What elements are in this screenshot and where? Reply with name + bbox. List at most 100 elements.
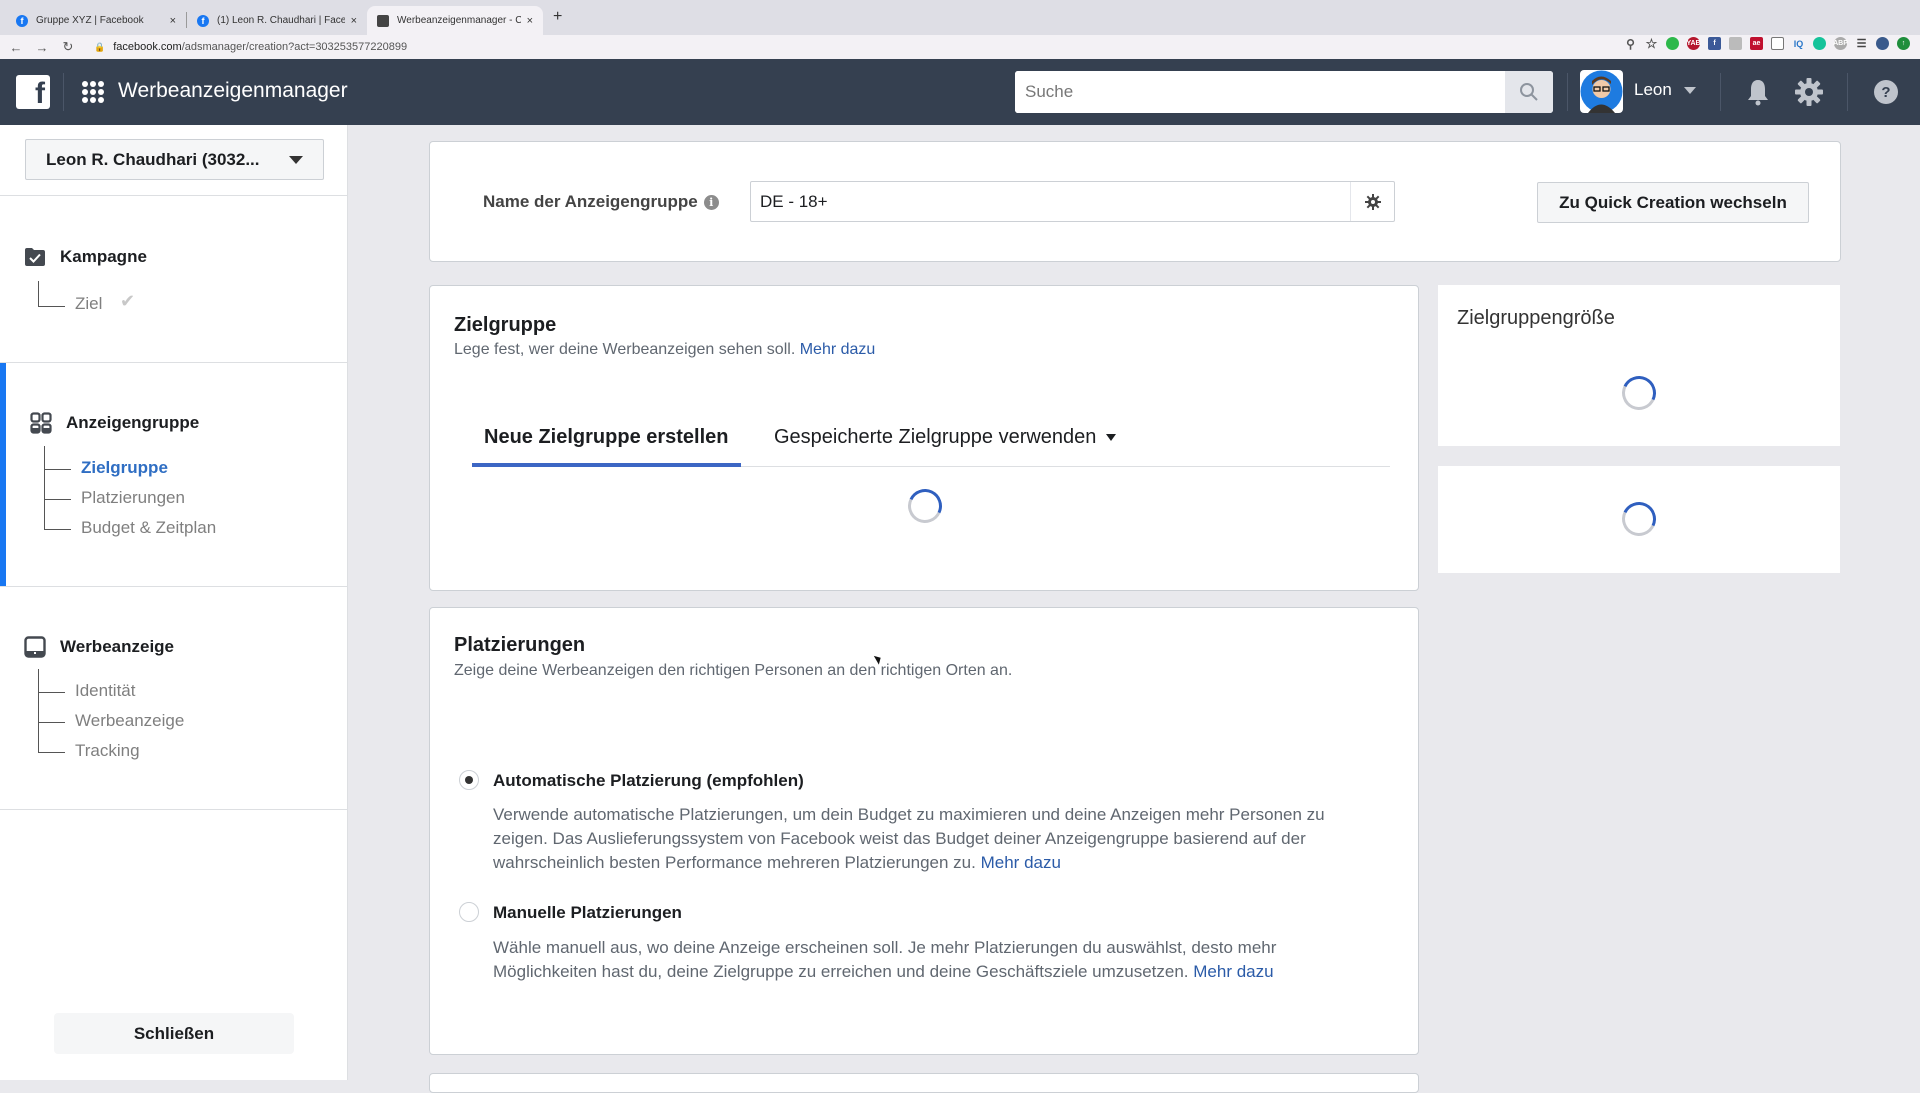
sidebar-item-platzierungen[interactable]: Platzierungen (81, 488, 185, 508)
avatar-image-icon (1580, 70, 1623, 113)
yab-ext-icon[interactable]: YAB (1686, 37, 1701, 50)
account-selector[interactable]: Leon R. Chaudhari (3032... (25, 139, 324, 180)
placements-subtitle: Zeige deine Werbeanzeigen den richtigen … (454, 662, 1013, 679)
audience-tabs: Neue Zielgruppe erstellen Gespeicherte Z… (472, 406, 1390, 467)
sidebar-section-label: Werbeanzeige (60, 637, 175, 656)
tree-line (44, 446, 45, 529)
app-title: Werbeanzeigenmanager (118, 79, 348, 102)
search-input[interactable] (1015, 71, 1505, 113)
update-icon[interactable]: ↑ (1897, 37, 1910, 50)
sidebar-item-identitaet[interactable]: Identität (75, 681, 136, 701)
active-section-indicator (0, 363, 6, 586)
audience-subtitle: Lege fest, wer deine Werbeanzeigen sehen… (454, 341, 875, 359)
divider (0, 809, 348, 810)
new-tab-button[interactable]: + (553, 8, 562, 26)
back-icon[interactable]: ← (6, 40, 26, 55)
tab-title: Werbeanzeigenmanager - Crea (397, 15, 521, 26)
header-divider (1567, 73, 1568, 111)
adset-name-label-text: Name der Anzeigengruppe (483, 192, 698, 211)
help-button[interactable]: ? (1870, 76, 1902, 108)
audience-size-title: Zielgruppengröße (1457, 307, 1615, 329)
avatar[interactable] (1580, 70, 1623, 113)
placements-card: Platzierungen Zeige deine Werbeanzeigen … (429, 607, 1419, 1055)
chevron-down-icon (1106, 434, 1117, 441)
star-icon[interactable]: ☆ (1645, 36, 1658, 51)
header-divider (63, 73, 64, 111)
name-settings-button[interactable] (1350, 182, 1394, 221)
next-section-card (429, 1073, 1419, 1093)
loading-spinner (1617, 371, 1661, 415)
browser-tab[interactable]: f Gruppe XYZ | Facebook × (6, 6, 186, 35)
learn-more-link[interactable]: Mehr dazu (800, 341, 876, 358)
radio-manual-placement[interactable] (459, 902, 479, 922)
green-ext-icon[interactable] (1666, 37, 1679, 50)
sidebar-item-budget-zeitplan[interactable]: Budget & Zeitplan (81, 518, 216, 538)
document-icon (377, 14, 389, 27)
tree-line (38, 306, 65, 307)
adset-name-input[interactable] (751, 191, 1350, 212)
bell-icon (1748, 80, 1768, 106)
iq-ext-icon[interactable]: IQ (1792, 37, 1805, 50)
description-text: Wähle manuell aus, wo deine Anzeige ersc… (493, 938, 1277, 981)
divider (0, 195, 348, 196)
tree-line (44, 529, 71, 530)
browser-tab[interactable]: f (1) Leon R. Chaudhari | Facebo × (187, 6, 367, 35)
sidebar-section-anzeigengruppe[interactable]: Anzeigengruppe (30, 412, 199, 434)
forward-icon[interactable]: → (32, 40, 52, 55)
grammarly-off-icon[interactable] (1813, 37, 1826, 50)
url-field[interactable]: 🔒 facebook.com/adsmanager/creation?act=3… (94, 41, 407, 53)
quick-creation-button[interactable]: Zu Quick Creation wechseln (1537, 182, 1809, 223)
manual-placement-label[interactable]: Manuelle Platzierungen (493, 903, 682, 923)
automatic-placement-description: Verwende automatische Platzierungen, um … (493, 803, 1373, 875)
tab-title: (1) Leon R. Chaudhari | Facebo (217, 15, 345, 26)
chevron-down-icon (289, 156, 303, 164)
info-icon[interactable]: i (703, 194, 719, 210)
profile-icon[interactable] (1876, 37, 1889, 50)
ae-ext-icon[interactable]: ae (1750, 37, 1763, 50)
facebook-ext-icon[interactable]: f (1708, 37, 1721, 50)
reload-icon[interactable]: ↻ (58, 39, 78, 55)
screen-ext-icon[interactable] (1771, 37, 1784, 50)
sidebar-section-werbeanzeige[interactable]: Werbeanzeige (24, 636, 174, 658)
browser-tab-bar: f Gruppe XYZ | Facebook × f (1) Leon R. … (0, 0, 1920, 35)
sidebar-item-werbeanzeige[interactable]: Werbeanzeige (75, 711, 184, 731)
adset-name-card: Name der Anzeigengruppe i Zu Quick Creat… (429, 141, 1841, 262)
chevron-down-icon[interactable] (1684, 87, 1696, 94)
automatic-placement-label[interactable]: Automatische Platzierung (empfohlen) (493, 771, 804, 791)
tab-saved-label: Gespeicherte Zielgruppe verwenden (774, 426, 1097, 448)
close-button[interactable]: Schließen (54, 1013, 294, 1054)
tree-line (38, 281, 39, 306)
radio-automatic-placement[interactable] (459, 770, 479, 790)
ad-tablet-icon (24, 636, 46, 658)
close-tab-icon[interactable]: × (170, 15, 176, 27)
user-name[interactable]: Leon (1634, 80, 1672, 100)
facebook-logo[interactable]: f (16, 75, 50, 109)
close-tab-icon[interactable]: × (351, 15, 357, 27)
learn-more-link[interactable]: Mehr dazu (981, 853, 1061, 872)
campaign-folder-check-icon (24, 246, 46, 268)
zoom-icon[interactable]: ⚲ (1624, 37, 1637, 51)
learn-more-link[interactable]: Mehr dazu (1193, 962, 1273, 981)
tree-line (38, 722, 65, 723)
playlist-icon[interactable]: ☰ (1855, 37, 1868, 50)
k-ext-icon[interactable] (1729, 37, 1742, 50)
adset-grid-icon (30, 412, 52, 434)
search-button[interactable] (1505, 71, 1553, 113)
sidebar-item-tracking[interactable]: Tracking (75, 741, 140, 761)
sidebar-item-zielgruppe[interactable]: Zielgruppe (81, 458, 168, 478)
tree-line (38, 692, 65, 693)
notifications-button[interactable] (1742, 76, 1774, 108)
apps-grid-icon[interactable] (82, 81, 104, 103)
tab-saved-audience[interactable]: Gespeicherte Zielgruppe verwenden (774, 426, 1117, 449)
audience-title: Zielgruppe (454, 314, 557, 336)
sidebar-item-ziel[interactable]: Ziel (75, 294, 102, 314)
sidebar-section-kampagne[interactable]: Kampagne (24, 246, 147, 268)
browser-tab-active[interactable]: Werbeanzeigenmanager - Crea × (367, 6, 543, 35)
facebook-icon: f (197, 14, 209, 27)
settings-button[interactable] (1793, 76, 1825, 108)
close-tab-icon[interactable]: × (527, 15, 533, 27)
tree-line (38, 669, 39, 752)
abp-icon[interactable]: ABP (1833, 37, 1848, 50)
lock-icon: 🔒 (94, 41, 106, 52)
tab-new-audience[interactable]: Neue Zielgruppe erstellen (472, 406, 741, 467)
